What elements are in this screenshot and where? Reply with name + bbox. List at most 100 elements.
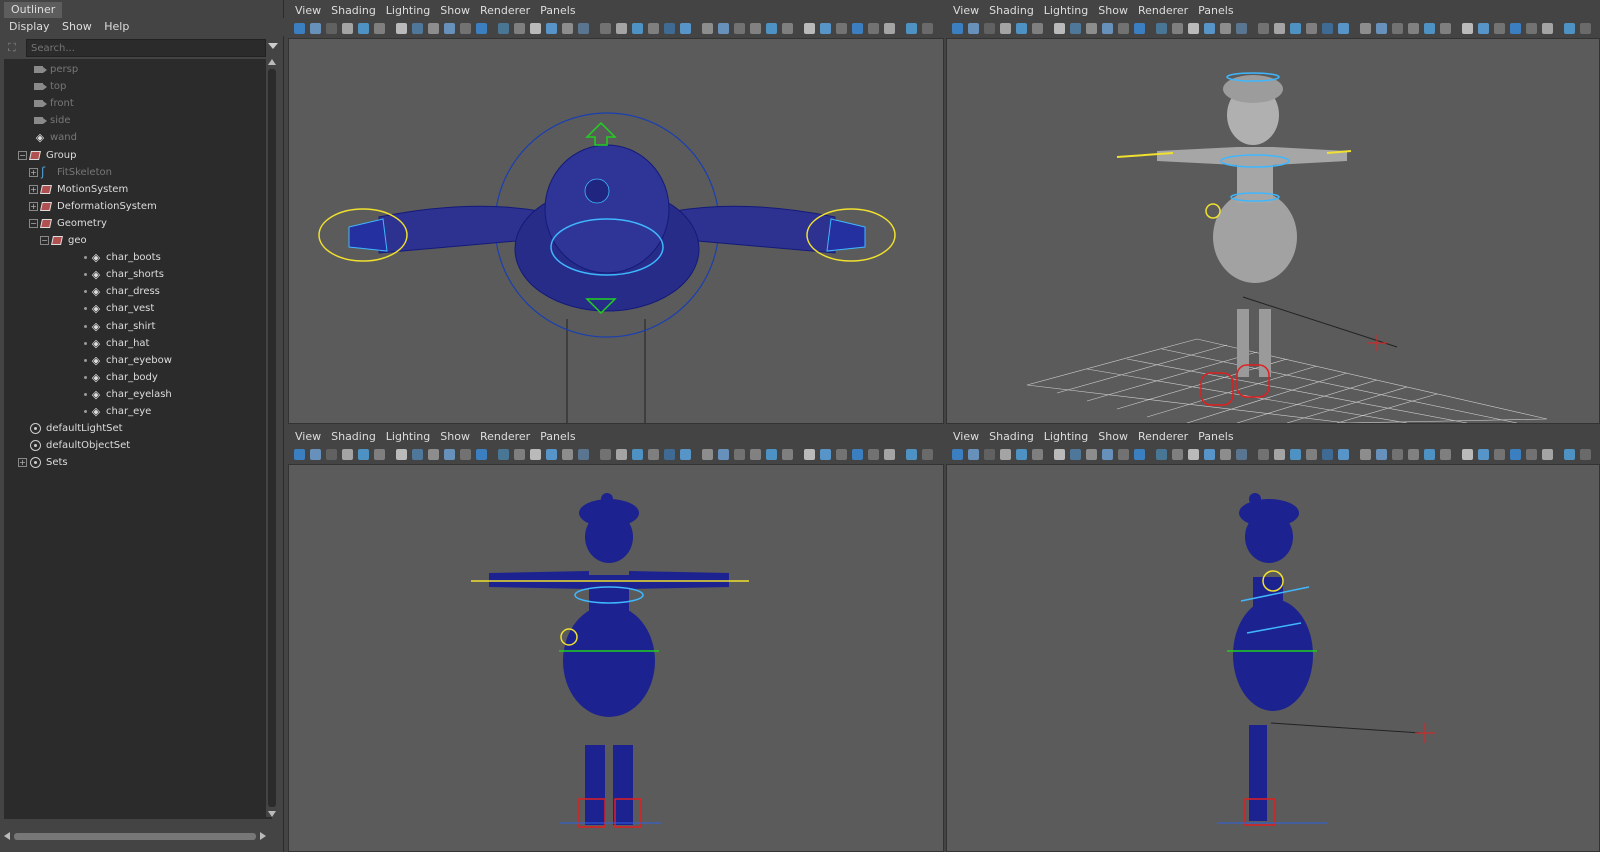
lights-icon[interactable] [1478,449,1489,460]
menu-show[interactable]: Show [1098,0,1128,22]
texture-icon[interactable] [460,449,471,460]
film-gate-icon[interactable] [718,449,729,460]
tree-item[interactable]: top [4,78,272,95]
menu-show[interactable]: Show [440,0,470,22]
menu-view[interactable]: View [953,426,979,448]
safe-area-icon[interactable] [412,23,423,34]
filter-icon[interactable]: ⛶ [8,41,22,55]
bookmark-icon[interactable] [664,449,675,460]
texture-icon[interactable] [1118,449,1129,460]
smooth-shade-icon[interactable] [1102,449,1113,460]
ao-icon[interactable] [1172,23,1183,34]
image-plane-icon[interactable] [1338,449,1349,460]
viewport-canvas[interactable] [946,38,1600,424]
menu-renderer[interactable]: Renderer [480,426,530,448]
camera-attr-icon[interactable] [310,449,321,460]
image-plane-icon[interactable] [342,23,353,34]
wireframe-icon[interactable] [766,23,777,34]
menu-show[interactable]: Show [1098,426,1128,448]
menu-renderer[interactable]: Renderer [1138,426,1188,448]
menu-lighting[interactable]: Lighting [1044,426,1088,448]
bookmark-icon[interactable] [984,23,995,34]
ao-icon[interactable] [852,23,863,34]
shadows-icon[interactable] [836,23,847,34]
viewport-canvas[interactable] [288,38,944,424]
menu-lighting[interactable]: Lighting [386,426,430,448]
select-camera-icon[interactable] [1290,23,1301,34]
tree-item[interactable]: ◈ char_eyebow [4,352,272,369]
tree-item[interactable]: + MotionSystem [4,181,272,198]
xray-joints-icon[interactable] [600,449,611,460]
backface-icon[interactable] [1274,23,1285,34]
grid-icon[interactable] [358,449,369,460]
image-plane-icon[interactable] [680,23,691,34]
xray-icon[interactable] [922,449,933,460]
grid-icon[interactable] [358,23,369,34]
grid-icon[interactable] [1360,449,1371,460]
aa-icon[interactable] [1204,449,1215,460]
isolate-icon[interactable] [906,449,917,460]
expand-icon[interactable]: + [29,201,38,211]
image-plane-icon[interactable] [1000,23,1011,34]
isolate-icon[interactable] [1220,449,1231,460]
menu-renderer[interactable]: Renderer [1138,0,1188,22]
scrollbar-thumb[interactable] [14,833,256,840]
scroll-up-icon[interactable] [268,59,276,65]
aa-icon[interactable] [884,23,895,34]
tree-item[interactable]: − geo [4,232,272,249]
tree-item[interactable]: ◈ char_eye [4,403,272,420]
film-gate-icon[interactable] [1376,449,1387,460]
isolate-icon[interactable] [1564,449,1575,460]
menu-shading[interactable]: Shading [331,0,376,22]
aa-icon[interactable] [1542,449,1553,460]
isolate-icon[interactable] [906,23,917,34]
search-dropdown-icon[interactable] [268,43,278,49]
wireframe-icon[interactable] [1086,23,1097,34]
xray-joints-icon[interactable] [1258,449,1269,460]
camera-attr-icon[interactable] [1306,23,1317,34]
aa-icon[interactable] [884,449,895,460]
ao-icon[interactable] [514,23,525,34]
tree-item[interactable]: ◈ char_vest [4,300,272,317]
smooth-shade-icon[interactable] [1102,23,1113,34]
shadows-icon[interactable] [1494,449,1505,460]
safe-area-icon[interactable] [1408,23,1419,34]
backface-icon[interactable] [1274,449,1285,460]
backface-icon[interactable] [616,23,627,34]
menu-shading[interactable]: Shading [989,0,1034,22]
menu-lighting[interactable]: Lighting [386,0,430,22]
menu-help[interactable]: Help [104,18,129,36]
expand-icon[interactable]: + [18,458,27,468]
tree-item[interactable]: side [4,112,272,129]
film-gate-icon[interactable] [1032,449,1043,460]
film-gate-icon[interactable] [1376,23,1387,34]
tree-item[interactable]: ◈ char_shorts [4,266,272,283]
tree-item[interactable]: ◈ wand [4,129,272,146]
motion-blur-icon[interactable] [1188,23,1199,34]
menu-view[interactable]: View [295,426,321,448]
tree-item[interactable]: + ʃ FitSkeleton [4,164,272,181]
select-camera-icon[interactable] [952,449,963,460]
resolution-gate-icon[interactable] [734,23,745,34]
shadows-icon[interactable] [1494,23,1505,34]
aa-icon[interactable] [546,449,557,460]
safe-area-icon[interactable] [412,449,423,460]
menu-show[interactable]: Show [62,18,92,36]
shadows-icon[interactable] [836,449,847,460]
safe-area-icon[interactable] [1070,23,1081,34]
menu-panels[interactable]: Panels [540,426,575,448]
collapse-icon[interactable]: − [40,236,49,245]
tree-item[interactable]: − Geometry [4,215,272,232]
aa-icon[interactable] [546,23,557,34]
select-camera-icon[interactable] [632,23,643,34]
smooth-shade-icon[interactable] [782,449,793,460]
xray-joints-icon[interactable] [600,23,611,34]
motion-blur-icon[interactable] [530,23,541,34]
tree-item[interactable]: persp [4,61,272,78]
camera-attr-icon[interactable] [968,23,979,34]
menu-panels[interactable]: Panels [1198,0,1233,22]
xray-joints-icon[interactable] [1258,23,1269,34]
collapse-icon[interactable]: − [18,150,27,160]
tree-item[interactable]: + DeformationSystem [4,198,272,215]
texture-icon[interactable] [804,23,815,34]
